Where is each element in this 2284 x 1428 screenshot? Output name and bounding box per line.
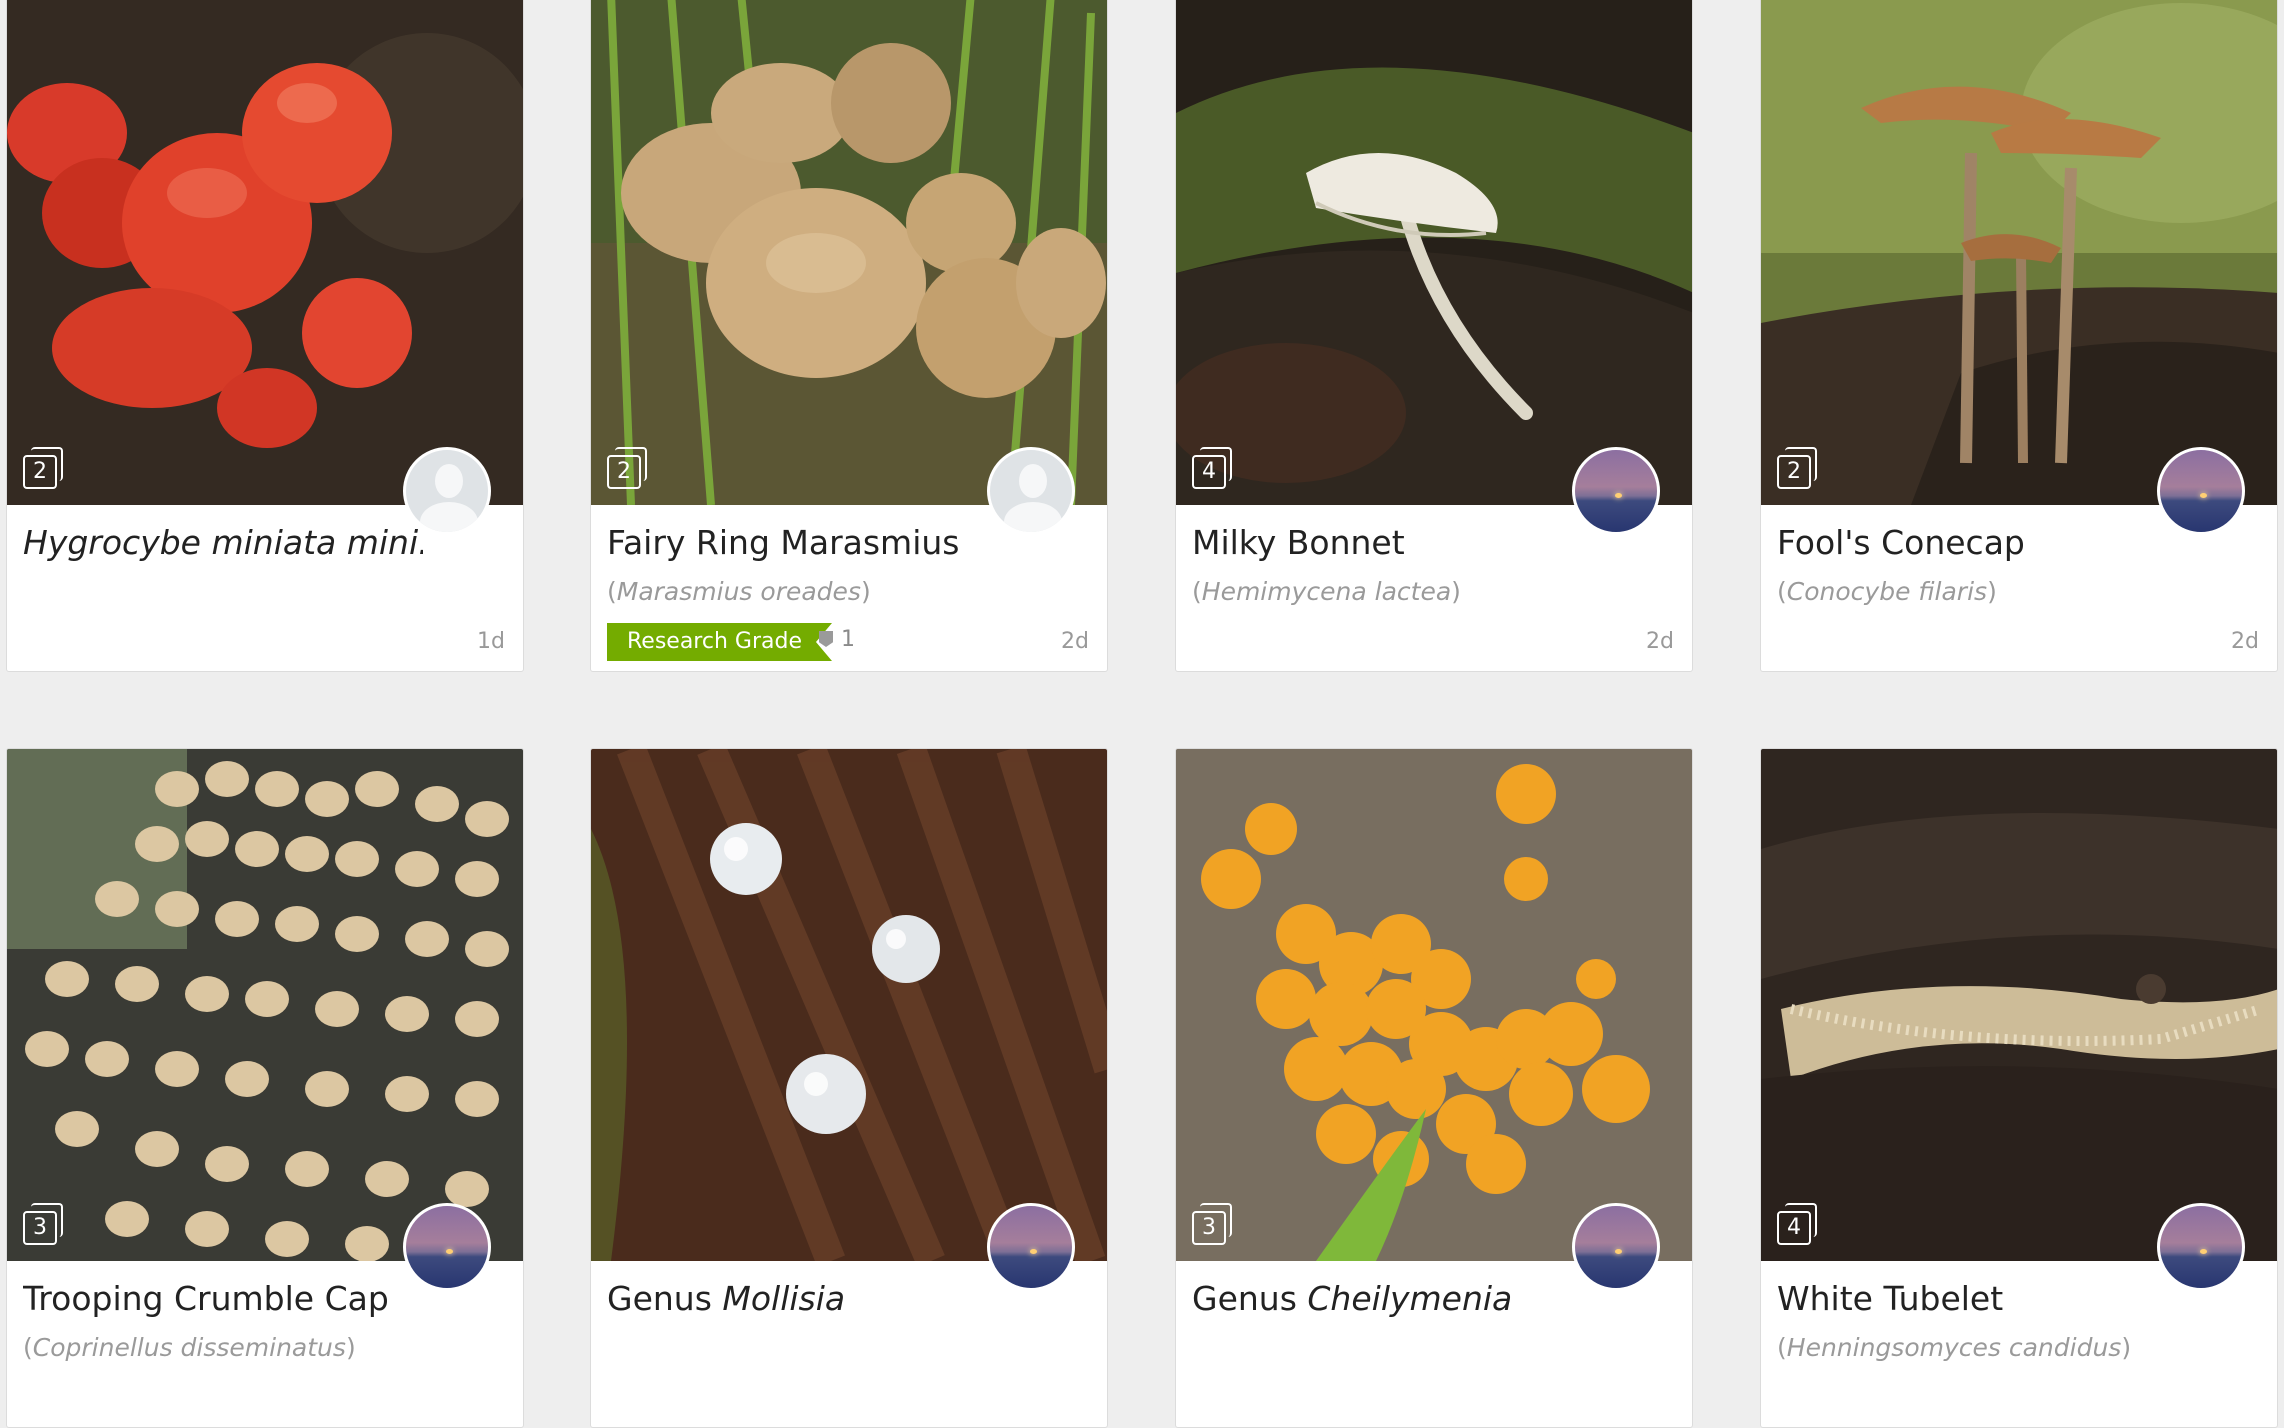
- scientific-name[interactable]: (Conocybe filaris): [1777, 577, 1997, 606]
- observation-title[interactable]: Milky Bonnet: [1192, 523, 1405, 562]
- scientific-name[interactable]: (Coprinellus disseminatus): [23, 1333, 356, 1362]
- identification-count: 1: [819, 627, 855, 652]
- photo-count-badge: 4: [1192, 447, 1236, 489]
- identification-icon: [819, 631, 833, 647]
- observation-age: 2d: [2231, 629, 2259, 654]
- observation-photo[interactable]: [591, 749, 1107, 1261]
- observation-title[interactable]: White Tubelet: [1777, 1279, 2003, 1318]
- observation-photo[interactable]: 2: [7, 0, 523, 505]
- sunset-avatar-icon[interactable]: [2157, 1203, 2245, 1291]
- observation-photo[interactable]: 4: [1761, 749, 2277, 1261]
- observation-title[interactable]: Genus Mollisia: [607, 1279, 845, 1318]
- observation-card[interactable]: 2 Fairy Ring Marasmius (Marasmius oreade…: [590, 0, 1108, 672]
- sunset-avatar-icon[interactable]: [1572, 447, 1660, 535]
- observation-card[interactable]: 4 White Tubelet (Henningsomyces candidus…: [1760, 748, 2278, 1428]
- observation-photo[interactable]: 4: [1176, 0, 1692, 505]
- observation-title[interactable]: Hygrocybe miniata mini...: [23, 523, 423, 562]
- photo-count-badge: 4: [1777, 1203, 1821, 1245]
- observation-card[interactable]: Genus Mollisia: [590, 748, 1108, 1428]
- observation-title[interactable]: Fairy Ring Marasmius: [607, 523, 959, 562]
- blank-avatar-icon[interactable]: [403, 447, 491, 535]
- observation-age: 2d: [1646, 629, 1674, 654]
- sunset-avatar-icon[interactable]: [403, 1203, 491, 1291]
- photo-count-badge: 2: [607, 447, 651, 489]
- scientific-name[interactable]: (Hemimycena lactea): [1192, 577, 1461, 606]
- observation-age: 2d: [1061, 629, 1089, 654]
- sunset-avatar-icon[interactable]: [2157, 447, 2245, 535]
- sunset-avatar-icon[interactable]: [1572, 1203, 1660, 1291]
- observation-card[interactable]: 2 Hygrocybe miniata mini... 1d: [6, 0, 524, 672]
- observation-photo[interactable]: 3: [1176, 749, 1692, 1261]
- observation-age: 1d: [477, 629, 505, 654]
- scientific-name[interactable]: (Marasmius oreades): [607, 577, 871, 606]
- observation-photo[interactable]: 2: [591, 0, 1107, 505]
- observation-card[interactable]: 3 Trooping Crumble Cap (Coprinellus diss…: [6, 748, 524, 1428]
- research-grade-badge: Research Grade: [607, 623, 832, 661]
- photo-count-badge: 3: [23, 1203, 67, 1245]
- observation-title[interactable]: Trooping Crumble Cap: [23, 1279, 389, 1318]
- photo-count-badge: 3: [1192, 1203, 1236, 1245]
- sunset-avatar-icon[interactable]: [987, 1203, 1075, 1291]
- photo-count-badge: 2: [23, 447, 67, 489]
- observation-card[interactable]: 4 Milky Bonnet (Hemimycena lactea) 2d: [1175, 0, 1693, 672]
- observation-grid: 2 Hygrocybe miniata mini... 1d 2 Fairy R…: [0, 0, 2284, 1428]
- observation-photo[interactable]: 3: [7, 749, 523, 1261]
- observation-title[interactable]: Fool's Conecap: [1777, 523, 2025, 562]
- observation-card[interactable]: 3 Genus Cheilymenia: [1175, 748, 1693, 1428]
- observation-card[interactable]: 2 Fool's Conecap (Conocybe filaris) 2d: [1760, 0, 2278, 672]
- photo-count-badge: 2: [1777, 447, 1821, 489]
- observation-title[interactable]: Genus Cheilymenia: [1192, 1279, 1512, 1318]
- scientific-name[interactable]: (Henningsomyces candidus): [1777, 1333, 2131, 1362]
- observation-photo[interactable]: 2: [1761, 0, 2277, 505]
- blank-avatar-icon[interactable]: [987, 447, 1075, 535]
